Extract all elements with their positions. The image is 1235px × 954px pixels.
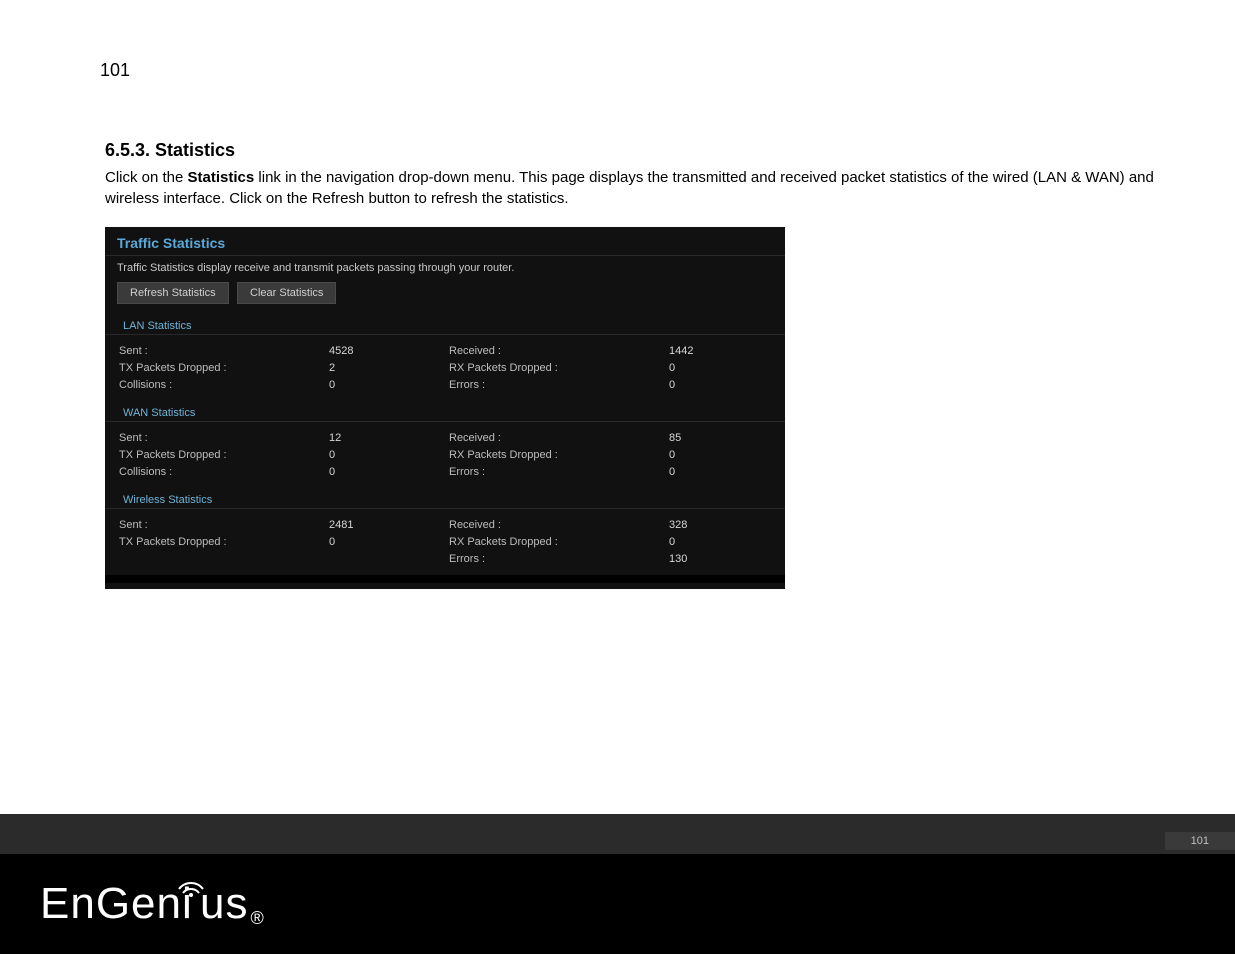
wan-received-value: 85 — [669, 432, 749, 444]
wireless-statistics-grid: Sent : 2481 Received : 328 TX Packets Dr… — [105, 515, 785, 575]
wireless-errors-label: Errors : — [449, 553, 649, 565]
empty-cell — [329, 553, 429, 565]
logo-i-wrap: i — [182, 879, 200, 929]
wifi-icon — [176, 875, 206, 897]
lan-sent-label: Sent : — [119, 345, 309, 357]
lan-tx-dropped-value: 2 — [329, 362, 429, 374]
lan-errors-value: 0 — [669, 379, 749, 391]
torn-edge — [105, 575, 785, 583]
wireless-tx-dropped-value: 0 — [329, 536, 429, 548]
panel-description: Traffic Statistics display receive and t… — [105, 256, 785, 282]
wireless-sent-value: 2481 — [329, 519, 429, 531]
refresh-statistics-button[interactable]: Refresh Statistics — [117, 282, 229, 304]
button-row: Refresh Statistics Clear Statistics — [105, 282, 785, 314]
intro-post: link in the navigation drop-down menu. T… — [105, 169, 1154, 207]
panel-title: Traffic Statistics — [105, 227, 785, 256]
footer-page-number: 101 — [1165, 832, 1235, 850]
wireless-errors-value: 130 — [669, 553, 749, 565]
content-area: 6.5.3. Statistics Click on the Statistic… — [105, 140, 1195, 589]
logo-text-us: us — [200, 879, 248, 929]
lan-errors-label: Errors : — [449, 379, 649, 391]
lan-collisions-label: Collisions : — [119, 379, 309, 391]
page-number-top: 101 — [100, 60, 130, 81]
wireless-sent-label: Sent : — [119, 519, 309, 531]
wireless-received-value: 328 — [669, 519, 749, 531]
wireless-statistics-tab: Wireless Statistics — [105, 488, 785, 509]
lan-rx-dropped-value: 0 — [669, 362, 749, 374]
intro-bold: Statistics — [188, 169, 255, 186]
intro-pre: Click on the — [105, 169, 188, 186]
wan-received-label: Received : — [449, 432, 649, 444]
footer: 101 EnGen i us ® — [0, 814, 1235, 954]
lan-collisions-value: 0 — [329, 379, 429, 391]
empty-cell — [119, 553, 309, 565]
wan-tx-dropped-value: 0 — [329, 449, 429, 461]
wan-collisions-value: 0 — [329, 466, 429, 478]
wan-statistics-grid: Sent : 12 Received : 85 TX Packets Dropp… — [105, 428, 785, 488]
wireless-tx-dropped-label: TX Packets Dropped : — [119, 536, 309, 548]
wan-errors-label: Errors : — [449, 466, 649, 478]
wan-rx-dropped-value: 0 — [669, 449, 749, 461]
lan-rx-dropped-label: RX Packets Dropped : — [449, 362, 649, 374]
lan-statistics-tab: LAN Statistics — [105, 314, 785, 335]
logo-text-en: EnGen — [40, 879, 182, 929]
logo-registered-icon: ® — [250, 908, 263, 929]
engenius-logo: EnGen i us ® — [40, 879, 264, 929]
lan-received-value: 1442 — [669, 345, 749, 357]
lan-sent-value: 4528 — [329, 345, 429, 357]
lan-received-label: Received : — [449, 345, 649, 357]
wireless-rx-dropped-value: 0 — [669, 536, 749, 548]
footer-top-strip: 101 — [0, 814, 1235, 854]
wan-errors-value: 0 — [669, 466, 749, 478]
lan-tx-dropped-label: TX Packets Dropped : — [119, 362, 309, 374]
wan-sent-value: 12 — [329, 432, 429, 444]
clear-statistics-button[interactable]: Clear Statistics — [237, 282, 336, 304]
traffic-statistics-panel: Traffic Statistics Traffic Statistics di… — [105, 227, 785, 589]
wan-statistics-tab: WAN Statistics — [105, 401, 785, 422]
footer-main: EnGen i us ® — [0, 854, 1235, 954]
section-heading: 6.5.3. Statistics — [105, 140, 1195, 161]
wan-collisions-label: Collisions : — [119, 466, 309, 478]
wan-tx-dropped-label: TX Packets Dropped : — [119, 449, 309, 461]
wan-sent-label: Sent : — [119, 432, 309, 444]
wan-rx-dropped-label: RX Packets Dropped : — [449, 449, 649, 461]
intro-text: Click on the Statistics link in the navi… — [105, 167, 1195, 209]
wireless-rx-dropped-label: RX Packets Dropped : — [449, 536, 649, 548]
lan-statistics-grid: Sent : 4528 Received : 1442 TX Packets D… — [105, 341, 785, 401]
wireless-received-label: Received : — [449, 519, 649, 531]
